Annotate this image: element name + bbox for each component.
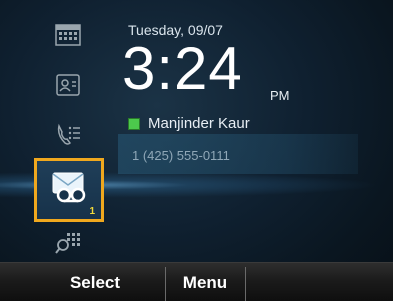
phone-screen: 1 Tuesday, 09/07 3:24 PM Manjinder Kaur … [0,0,393,301]
clock-time: 3:24 [122,35,243,102]
dialpad-icon[interactable] [50,228,86,258]
menu-softkey[interactable]: Menu [166,263,244,301]
presence-indicator [128,117,140,130]
user-name: Manjinder Kaur [148,115,250,132]
recents-icon[interactable] [50,120,86,150]
voicemail-icon [52,172,86,203]
softkey-divider [245,267,246,301]
app-rail: 1 [30,10,110,255]
phone-number: 1 (425) 555-0111 [132,148,230,163]
softkey-bar: Select Menu [0,262,393,301]
calendar-icon[interactable] [50,20,86,50]
voicemail-button[interactable]: 1 [34,158,104,222]
contacts-icon[interactable] [50,70,86,100]
voicemail-count-badge: 1 [89,206,95,217]
user-row: Manjinder Kaur [128,115,250,132]
select-softkey[interactable]: Select [30,263,160,301]
clock-ampm: PM [270,88,290,103]
